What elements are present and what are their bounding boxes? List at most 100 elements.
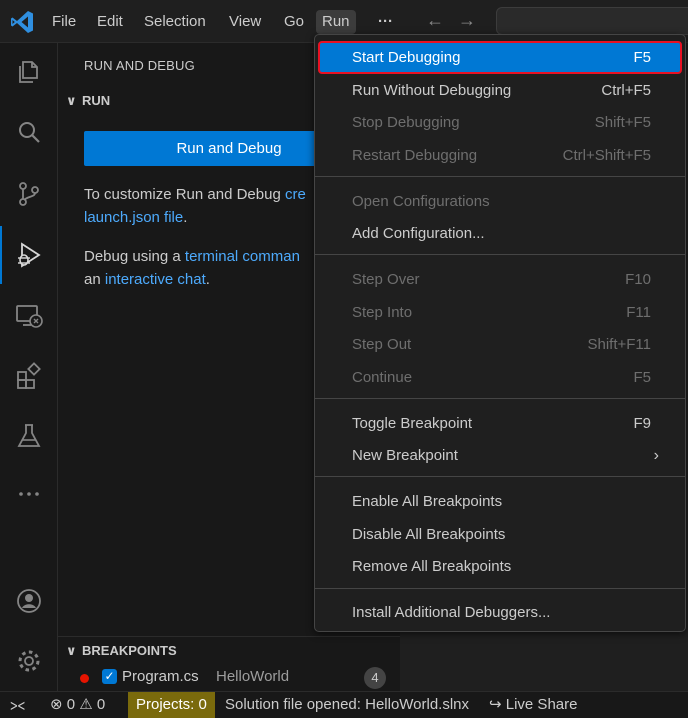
explorer-icon[interactable] [14,57,44,87]
menu-item-label: Step Over [352,271,420,288]
menu-item-shortcut: F9 [633,415,651,432]
menu-item-label: Start Debugging [352,49,461,66]
menu-add-configuration[interactable]: Add Configuration... [319,218,681,249]
interactive-chat-link[interactable]: interactive chat [105,271,206,288]
breakpoints-section: ∨ BREAKPOINTS ✓ Program.cs HelloWorld 4 [58,636,400,692]
menu-run[interactable]: Run [316,10,356,34]
menu-separator [315,588,685,589]
menu-item-shortcut: Ctrl+Shift+F5 [562,147,651,164]
live-share-icon: ↪ [489,696,502,713]
menu-item-label: Step Out [352,336,412,353]
projects-status[interactable]: Projects: 0 [128,692,215,718]
breakpoint-file: Program.cs [122,668,199,685]
breakpoint-checkbox[interactable]: ✓ [102,669,117,684]
solution-status[interactable]: Solution file opened: HelloWorld.slnx [225,695,469,715]
menu-go[interactable]: Go [278,10,310,34]
error-icon: ⊗ [50,696,63,713]
menu-separator [315,254,685,255]
run-section-header[interactable]: ∨ RUN [66,93,110,109]
menu-toggle-breakpoint[interactable]: Toggle Breakpoint F9 [319,408,681,439]
menu-item-label: Enable All Breakpoints [352,493,503,510]
menu-remove-all-breakpoints[interactable]: Remove All Breakpoints [319,551,681,582]
warning-icon: ⚠ [79,696,93,713]
menu-disable-all-breakpoints[interactable]: Disable All Breakpoints [319,519,681,550]
breakpoint-project: HelloWorld [216,668,290,685]
menu-item-label: Toggle Breakpoint [352,415,473,432]
menu-item-label: Add Configuration... [352,225,485,242]
menu-start-debugging[interactable]: Start Debugging F5 [318,41,682,74]
menu-item-shortcut: F11 [626,304,651,321]
menu-item-shortcut: F10 [625,271,651,288]
vscode-logo-icon[interactable] [9,9,35,35]
chevron-right-icon: › [653,447,659,464]
launch-json-link[interactable]: launch.json file [84,209,183,226]
extensions-icon[interactable] [14,361,44,391]
menu-view[interactable]: View [223,10,267,34]
menu-item-label: Run Without Debugging [352,82,512,99]
terminal-command-link[interactable]: terminal comman [185,248,300,265]
menu-item-label: New Breakpoint [352,447,458,464]
error-count: 0 [66,696,76,713]
run-menu-dropdown: Start Debugging F5 Run Without Debugging… [314,34,686,632]
menu-item-shortcut: F5 [633,369,651,386]
menu-file[interactable]: File [46,10,82,34]
sidebar-title: RUN AND DEBUG [84,58,195,73]
breakpoint-count-badge: 4 [364,667,386,689]
menu-new-breakpoint[interactable]: New Breakpoint › [319,440,681,471]
para1-period: . [183,209,188,226]
para2-text: Debug using a [84,248,185,265]
chevron-down-icon: ∨ [66,643,77,658]
status-bar: ⪥ ⊗ 0 ⚠ 0 Projects: 0 Solution file open… [0,691,688,718]
menu-enable-all-breakpoints[interactable]: Enable All Breakpoints [319,486,681,517]
menu-step-out: Step Out Shift+F11 [319,329,681,360]
menu-item-label: Open Configurations [352,193,490,210]
menu-selection[interactable]: Selection [138,10,212,34]
menu-item-shortcut: Shift+F11 [587,336,651,353]
warning-count: 0 [96,696,106,713]
menu-separator [315,176,685,177]
menu-run-without-debugging[interactable]: Run Without Debugging Ctrl+F5 [319,75,681,106]
menu-separator [315,476,685,477]
menu-install-additional-debuggers[interactable]: Install Additional Debuggers... [319,597,681,628]
run-section-label: RUN [82,93,111,108]
back-arrow-icon[interactable]: ← [426,10,444,31]
menu-item-label: Remove All Breakpoints [352,558,512,575]
source-control-icon[interactable] [14,179,44,209]
menu-open-configurations: Open Configurations [319,186,681,217]
forward-arrow-icon[interactable]: → [458,10,476,31]
active-indicator [0,226,2,284]
breakpoints-header[interactable]: ∨ BREAKPOINTS [66,643,177,659]
create-link[interactable]: cre [285,186,306,203]
menu-stop-debugging: Stop Debugging Shift+F5 [319,107,681,138]
menu-edit[interactable]: Edit [91,10,129,34]
command-center-search[interactable] [496,7,688,35]
menu-restart-debugging: Restart Debugging Ctrl+Shift+F5 [319,140,681,171]
settings-gear-icon[interactable] [14,646,44,676]
testing-icon[interactable] [14,421,44,451]
menu-item-label: Disable All Breakpoints [352,526,506,543]
menu-item-label: Stop Debugging [352,114,460,131]
breakpoints-label: BREAKPOINTS [82,643,177,658]
menu-item-shortcut: Ctrl+F5 [601,82,651,99]
more-views-icon[interactable] [14,479,44,509]
live-share-button[interactable]: ↪ Live Share [489,695,577,715]
menu-item-label: Install Additional Debuggers... [352,604,551,621]
menu-item-label: Continue [352,369,413,386]
accounts-icon[interactable] [14,586,44,616]
run-debug-icon[interactable] [14,240,44,270]
problems-indicator[interactable]: ⊗ 0 ⚠ 0 [50,695,105,715]
chevron-down-icon: ∨ [66,93,77,108]
menu-step-into: Step Into F11 [319,297,681,328]
remote-explorer-icon[interactable] [14,301,44,331]
more-menu-icon[interactable]: ··· [372,10,399,34]
menu-separator [315,398,685,399]
breakpoint-dot-icon [80,674,89,683]
para1-text: To customize Run and Debug [84,186,285,203]
para2-text-an: an [84,271,105,288]
menu-item-label: Step Into [352,304,413,321]
para2-period: . [205,271,210,288]
remote-indicator-icon[interactable]: ⪥ [10,695,25,715]
menu-continue: Continue F5 [319,362,681,393]
search-icon[interactable] [14,118,44,148]
breakpoint-row[interactable]: ✓ Program.cs HelloWorld 4 [58,666,400,690]
